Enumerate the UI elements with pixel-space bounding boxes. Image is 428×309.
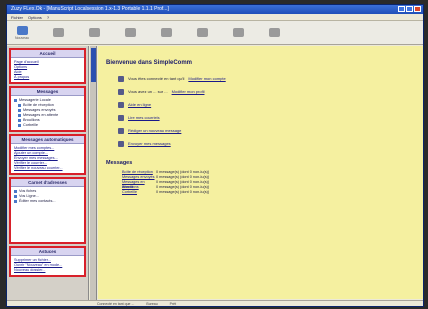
minimize-button[interactable] — [398, 6, 405, 12]
print-button[interactable] — [191, 28, 213, 37]
welcome-row: Vous êtes connecté en tant qu'il Modifier… — [118, 72, 417, 85]
sidebar: Accueil Page d'accueil Options Aide À pr… — [7, 46, 89, 302]
row-link[interactable]: Modifier mon profil — [172, 89, 205, 94]
read-mail-icon — [118, 114, 124, 121]
reply-all-icon — [88, 28, 100, 37]
panel-comptes: Messages automatiques Modifier mes compt… — [9, 134, 86, 175]
panel-astuces: Astuces Supprimer un fichier... Ouvrir "… — [9, 246, 86, 277]
welcome-row: Rédiger un nouveau message — [118, 124, 417, 137]
new-label: Nouveau — [14, 35, 29, 40]
welcome-row: Aide en ligne — [118, 98, 417, 111]
panel-astuces-title: Astuces — [11, 248, 84, 256]
maximize-button[interactable] — [406, 6, 413, 12]
menu-options[interactable]: Options — [28, 15, 42, 20]
messages-heading: Messages — [106, 160, 133, 166]
row-link[interactable]: Aide en ligne — [128, 102, 151, 107]
scrollbar-thumb[interactable] — [91, 48, 96, 82]
contact-icon — [14, 200, 17, 203]
status-middle: Bureau — [146, 301, 158, 306]
status-left: Connecté en tant que ... — [97, 301, 135, 306]
toolbar: Nouveau — [7, 21, 423, 45]
compose-icon — [118, 127, 124, 134]
menu-fichier[interactable]: Fichier — [11, 15, 23, 20]
undo-icon — [160, 28, 172, 37]
delete-button[interactable] — [227, 28, 249, 37]
close-button[interactable] — [414, 6, 421, 12]
panel-messages-title: Messages — [11, 88, 84, 96]
delete-icon — [232, 28, 244, 37]
reply-button[interactable] — [47, 28, 69, 37]
panel-carnet-title: Carnet d'adresses — [11, 179, 84, 187]
inbox-icon — [18, 104, 21, 107]
contact-label: Éditer mes contacts... — [19, 199, 56, 203]
new-mail-icon — [16, 25, 28, 35]
contact-item[interactable]: Éditer mes contacts... — [14, 199, 81, 204]
main-content: Bienvenue dans SimpleComm Vous êtes conn… — [98, 46, 423, 299]
row-text: Vous êtes connecté en tant qu'il — [128, 76, 185, 81]
forward-icon — [124, 28, 136, 37]
folder-item[interactable]: Corbeille — [18, 123, 81, 128]
help-icon — [118, 101, 124, 108]
info-icon — [118, 88, 124, 95]
undo-button[interactable] — [155, 28, 177, 37]
row-link[interactable]: Lire mes courriels — [128, 115, 160, 120]
folder-count: 0 message(s) (dont 0 non-lu(s)) — [156, 190, 210, 194]
status-bar: Connecté en tant que ... Bureau Prêt — [7, 300, 423, 306]
address-book-icon — [268, 28, 280, 37]
forward-button[interactable] — [119, 28, 141, 37]
tip-link[interactable]: Nouveau dossier... — [14, 268, 81, 273]
folder-label: Corbeille — [23, 123, 38, 127]
print-icon — [196, 28, 208, 37]
row-link[interactable]: Envoyer mes messages — [128, 141, 171, 146]
panel-accueil: Accueil Page d'accueil Options Aide À pr… — [9, 48, 86, 84]
folder-link[interactable]: Corbeille — [122, 190, 156, 195]
welcome-row: Vous avez un ... sur ... Modifier mon pr… — [118, 85, 417, 98]
user-icon — [118, 75, 124, 82]
row-link[interactable]: Rédiger un nouveau message — [128, 128, 181, 133]
new-button[interactable]: Nouveau — [11, 25, 33, 40]
send-icon — [118, 140, 124, 147]
window-title: Zuzy FLex.Ok - [ManuScript Localsession … — [11, 6, 169, 12]
summary-row: Corbeille 0 message(s) (dont 0 non-lu(s)) — [122, 190, 417, 195]
trash-icon — [18, 124, 21, 127]
outbox-icon — [18, 114, 21, 117]
welcome-row: Lire mes courriels — [118, 111, 417, 124]
row-link[interactable]: Modifier mon compte — [188, 76, 225, 81]
welcome-heading: Bienvenue dans SimpleComm — [106, 60, 193, 66]
reply-icon — [52, 28, 64, 37]
panel-carnet: Carnet d'adresses Vos fiches Vos Ligne..… — [9, 177, 86, 244]
window-controls — [398, 6, 421, 12]
status-right: Prêt — [169, 301, 177, 306]
link-a-propos[interactable]: À propos — [14, 75, 81, 80]
contact-icon — [14, 195, 17, 198]
sidebar-splitter[interactable] — [90, 46, 97, 302]
welcome-row: Envoyer mes messages — [118, 137, 417, 150]
mailbox-icon — [14, 99, 17, 102]
contact-icon — [14, 190, 17, 193]
link-verifier-nouveau[interactable]: Vérifier le nouveau courrier... — [14, 166, 81, 171]
panel-comptes-title: Messages automatiques — [11, 136, 84, 144]
menu-bar: Fichier Options ? — [7, 14, 423, 21]
panel-accueil-title: Accueil — [11, 50, 84, 58]
panel-messages: Messages Messagerie Locale Boîte de réce… — [9, 86, 86, 132]
row-text: Vous avez un ... sur ... — [128, 89, 168, 94]
drafts-icon — [18, 119, 21, 122]
messages-summary: Boîte de réception 0 message(s) (dont 0 n… — [122, 170, 417, 195]
address-book-button[interactable] — [263, 28, 285, 37]
app-window: Zuzy FLex.Ok - [ManuScript Localsession … — [6, 4, 424, 307]
title-bar: Zuzy FLex.Ok - [ManuScript Localsession … — [7, 5, 423, 14]
menu-help[interactable]: ? — [47, 15, 49, 20]
sent-icon — [18, 109, 21, 112]
reply-all-button[interactable] — [83, 28, 105, 37]
